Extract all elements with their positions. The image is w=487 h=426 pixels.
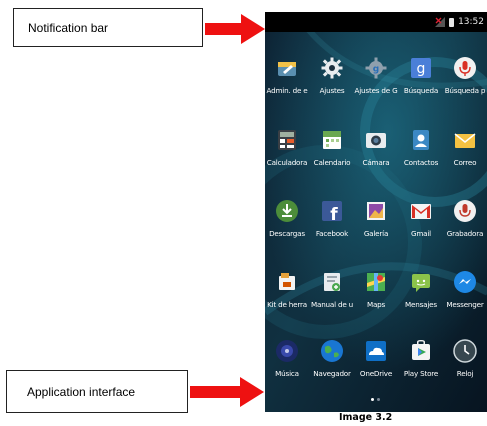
email-icon [454,133,476,148]
app-label: Ajustes [319,86,345,95]
recorder-icon [454,200,476,222]
app-admin-device[interactable]: Admin. de e [265,52,309,112]
gmail-icon [411,204,431,219]
app-onedrive[interactable]: OneDrive [354,335,398,395]
calculator-icon [278,130,296,150]
camera-icon [366,133,386,148]
maps-icon [367,273,385,291]
app-gallery[interactable]: Galería [354,195,398,255]
status-time: 13:52 [458,17,484,27]
app-label: Descargas [269,229,305,238]
google-search-icon: g [411,58,431,78]
app-label: Búsqueda [403,86,439,95]
app-label: Contactos [403,158,439,167]
play-store-icon [412,340,430,360]
app-downloads[interactable]: Descargas [265,195,309,255]
app-contacts[interactable]: Contactos [399,124,443,184]
app-label: Calculadora [266,158,308,167]
app-gmail[interactable]: Gmail [399,195,443,255]
app-label: Grabadora [446,229,484,238]
app-email[interactable]: Correo [443,124,487,184]
app-clock[interactable]: Reloj [443,335,487,395]
downloads-icon [276,200,298,222]
notification-bar-callout-label: Notification bar [28,20,109,35]
app-recorder[interactable]: Grabadora [443,195,487,255]
music-icon [276,340,298,362]
app-messages[interactable]: Mensajes [399,266,443,326]
notification-bar-callout: Notification bar [13,8,203,47]
app-label: Maps [366,300,386,309]
app-google-search[interactable]: g Búsqueda [399,52,443,112]
application-interface-arrow [190,377,264,407]
contacts-icon [413,130,429,150]
messages-icon [412,274,430,292]
app-label: OneDrive [359,369,393,378]
app-user-manual[interactable]: Manual de u [310,266,354,326]
browser-globe-icon [321,340,343,362]
application-interface-callout-label: Application interface [27,384,136,399]
admin-device-icon [278,62,296,76]
app-label: Cámara [362,158,390,167]
app-label: Mensajes [405,300,437,309]
app-settings[interactable]: Ajustes [310,52,354,112]
application-interface-callout: Application interface [6,370,188,413]
calendar-icon [323,131,341,149]
app-label: Kit de herra [267,300,307,309]
app-row-2: Calculadora Calendario Cámara Contactos … [265,124,487,184]
page-indicator[interactable] [369,398,383,402]
figure-caption: Image 3.2 [339,412,393,423]
messenger-icon [454,271,476,293]
facebook-icon: f [322,201,342,223]
onedrive-icon [366,341,386,361]
gallery-icon [367,202,385,220]
app-row-4: Kit de herra Manual de u Maps Mensajes M… [265,266,487,326]
phone-screen: 13:52 Admin. de e Ajustes g Ajustes de G… [265,12,487,412]
app-row-1: Admin. de e Ajustes g Ajustes de G g Bús… [265,52,487,112]
app-calendar[interactable]: Calendario [310,124,354,184]
app-label: Calendario [313,158,351,167]
app-label: Navegador [313,369,351,378]
svg-text:f: f [330,205,338,223]
toolkit-icon [279,273,295,290]
app-label: Gmail [411,229,431,238]
app-label: Ajustes de G [354,86,398,95]
voice-search-icon [454,57,476,79]
app-maps[interactable]: Maps [354,266,398,326]
app-label: Correo [453,158,477,167]
notification-bar-arrow [205,14,265,44]
google-settings-icon: g [365,57,387,79]
app-label: Admin. de e [266,86,308,95]
page-dot-active[interactable] [371,398,374,401]
app-toolkit[interactable]: Kit de herra [265,266,309,326]
app-row-5: Música Navegador OneDrive Play Store Rel… [265,335,487,395]
app-label: Facebook [315,229,349,238]
page-dot[interactable] [377,398,380,401]
app-label: Música [275,369,299,378]
app-label: Manual de u [310,300,354,309]
svg-text:g: g [373,65,379,75]
app-browser[interactable]: Navegador [310,335,354,395]
app-label: Messenger [446,300,484,309]
app-camera[interactable]: Cámara [354,124,398,184]
no-signal-icon [435,17,446,27]
settings-gear-icon [321,57,343,79]
app-label: Búsqueda p [444,86,486,95]
app-music[interactable]: Música [265,335,309,395]
app-label: Galería [363,229,389,238]
app-play-store[interactable]: Play Store [399,335,443,395]
app-messenger[interactable]: Messenger [443,266,487,326]
clock-icon [453,339,477,363]
app-calculator[interactable]: Calculadora [265,124,309,184]
app-google-settings[interactable]: g Ajustes de G [354,52,398,112]
app-row-3: Descargas f Facebook Galería Gmail Graba… [265,195,487,255]
app-facebook[interactable]: f Facebook [310,195,354,255]
app-label: Reloj [456,369,474,378]
app-label: Play Store [403,369,439,378]
app-voice-search[interactable]: Búsqueda p [443,52,487,112]
user-manual-icon [324,273,340,291]
svg-text:g: g [417,61,426,77]
battery-icon [449,17,455,27]
status-bar: 13:52 [265,12,487,32]
